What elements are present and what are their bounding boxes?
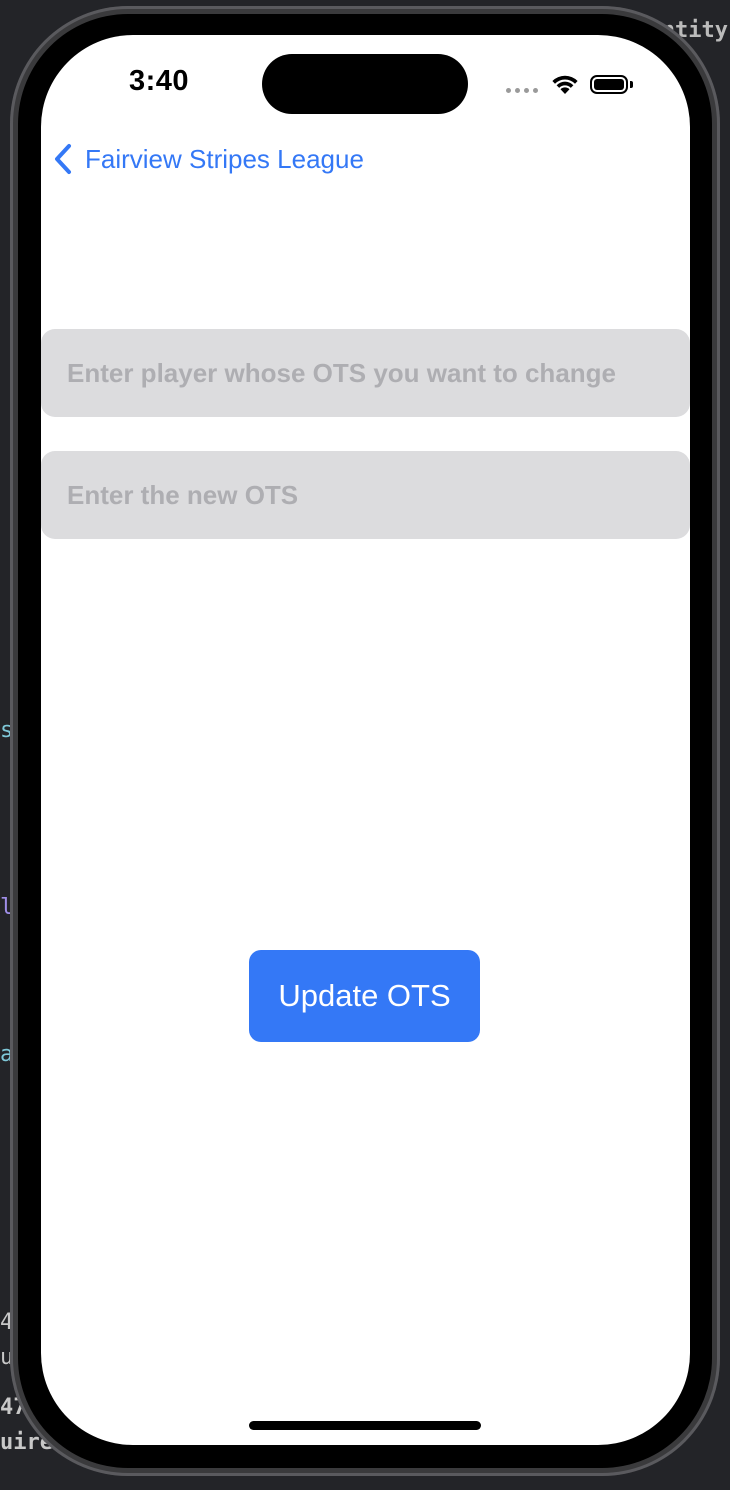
- simulator-window: ntity 4 u 47 uire s l a 3:40 Fairview St…: [0, 0, 730, 1490]
- status-time: 3:40: [129, 65, 190, 97]
- back-button-label: Fairview Stripes League: [85, 143, 364, 174]
- battery-cap: [630, 80, 633, 88]
- phone-screen: 3:40 Fairview Stripes League Update OT: [41, 35, 690, 1445]
- wifi-icon: [552, 75, 578, 94]
- new-ots-field[interactable]: [41, 451, 690, 539]
- dynamic-island: [262, 54, 468, 114]
- player-name-field[interactable]: [41, 329, 690, 417]
- chevron-left-icon: [55, 144, 71, 174]
- status-icons: [506, 69, 633, 99]
- back-button[interactable]: Fairview Stripes League: [53, 143, 364, 175]
- update-ots-button[interactable]: Update OTS: [249, 950, 480, 1042]
- battery-icon: [590, 74, 628, 94]
- cellular-dots-icon: [506, 87, 538, 93]
- home-indicator[interactable]: [249, 1421, 481, 1430]
